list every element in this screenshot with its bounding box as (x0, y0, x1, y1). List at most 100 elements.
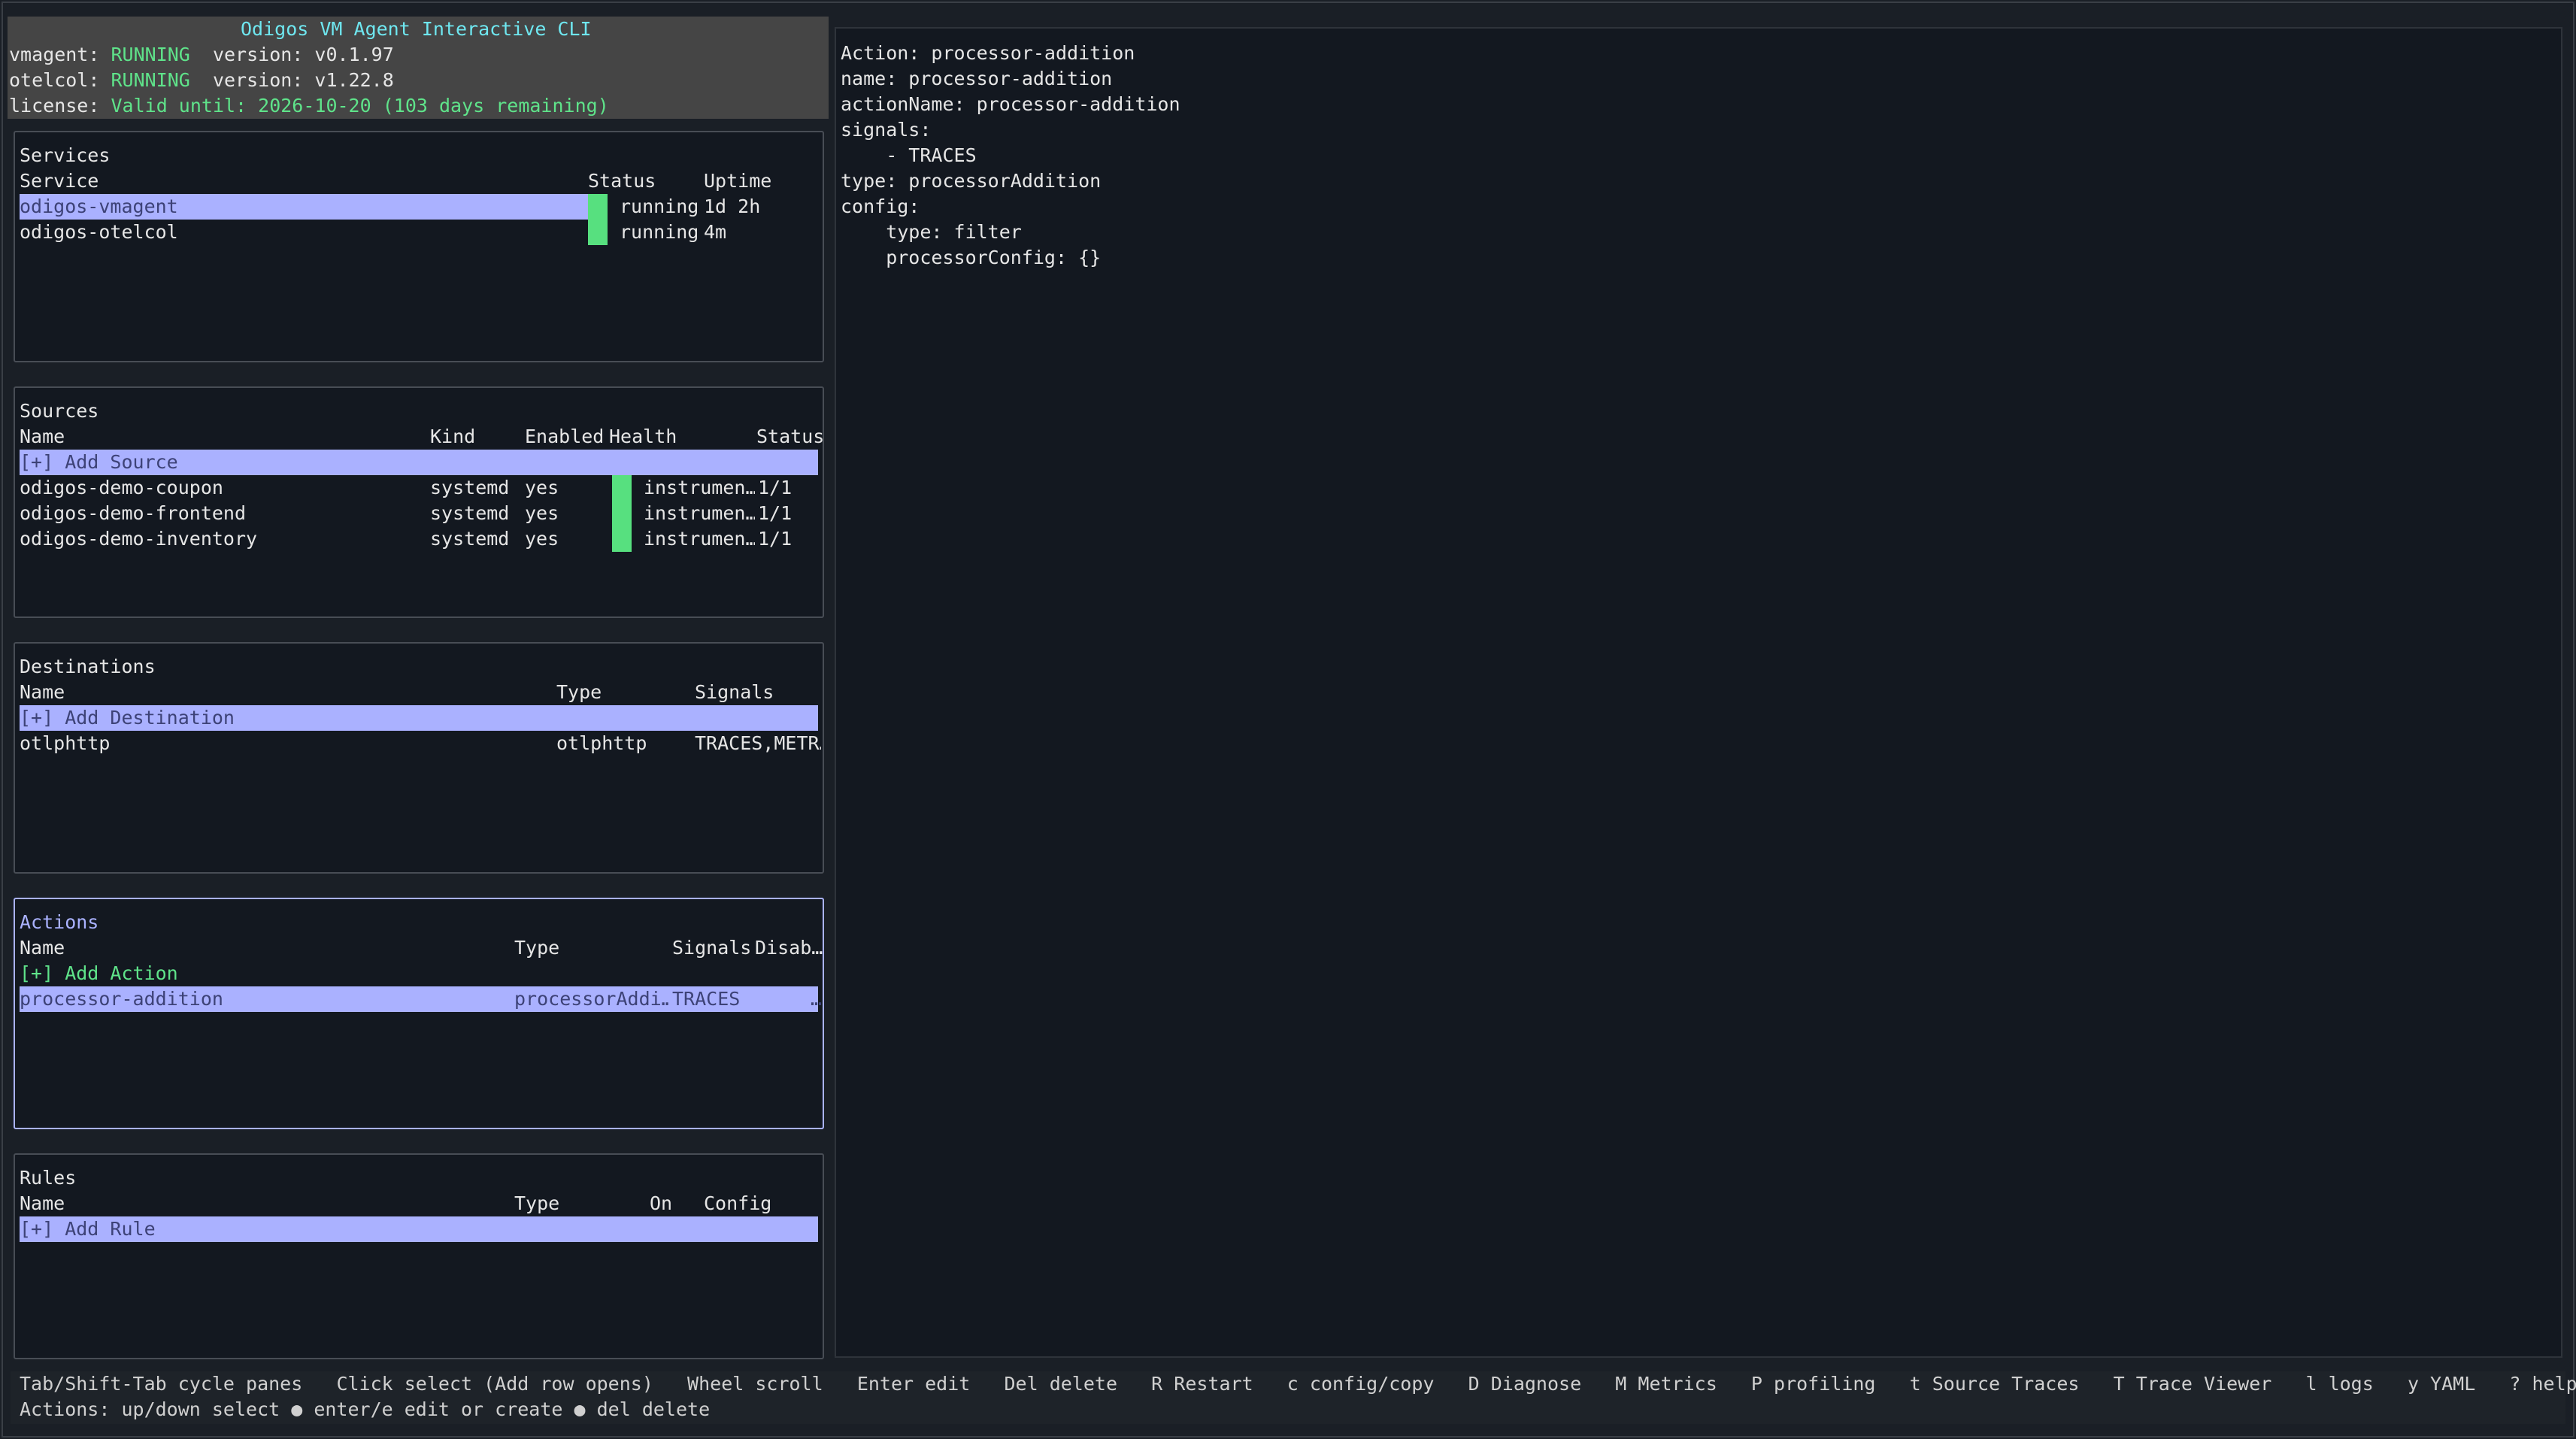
shortcut-yaml: y YAML (2407, 1373, 2476, 1395)
col-status: Status (756, 426, 825, 447)
shortcut-source-traces: t Source Traces (1909, 1373, 2080, 1395)
action-signals: TRACES (672, 988, 741, 1010)
services-title: Services (20, 144, 111, 166)
col-disabled: Disab… (755, 937, 823, 959)
shortcut-enter-edit: Enter edit (856, 1373, 971, 1395)
col-signals: Signals (695, 681, 774, 703)
destination-type: otlphttp (556, 732, 647, 754)
app-title: Odigos VM Agent Interactive CLI (241, 18, 592, 40)
col-type: Type (514, 937, 560, 959)
detail-line: Action: processor-addition (841, 42, 1135, 64)
add-source-button[interactable]: [+] Add Source (20, 450, 818, 475)
source-name: odigos-demo-inventory (20, 528, 258, 550)
add-action-button[interactable]: [+] Add Action (20, 961, 818, 986)
detail-pane[interactable]: Action: processor-addition name: process… (835, 27, 2562, 1358)
source-status: 1/1 (758, 477, 792, 498)
destination-signals: TRACES,METR… (695, 732, 821, 754)
sources-title: Sources (20, 400, 99, 422)
source-health: instrumen… (644, 477, 755, 498)
services-panel[interactable]: Services Service Status Uptime odigos-vm… (14, 131, 824, 362)
action-disabled: … (811, 988, 823, 1010)
detail-line: - TRACES (841, 144, 977, 166)
shortcut-line: Tab/Shift-Tab cycle panes Click select (… (20, 1371, 2576, 1397)
table-row[interactable]: odigos-vmagent (20, 194, 588, 220)
actions-panel[interactable]: Actions Name Type Signals Disab… [+] Add… (14, 898, 824, 1129)
col-name: Name (20, 681, 65, 703)
source-kind: systemd (430, 502, 510, 524)
source-name: odigos-demo-frontend (20, 502, 247, 524)
source-enabled: yes (525, 528, 559, 550)
detail-line: config: (841, 195, 920, 217)
add-source-label: [+] Add Source (20, 451, 178, 473)
shortcut-logs: l logs (2305, 1373, 2374, 1395)
source-status: 1/1 (758, 528, 792, 550)
source-health-bar (612, 475, 632, 501)
detail-line: name: processor-addition (841, 68, 1113, 89)
detail-line: type: filter (841, 221, 1022, 243)
source-enabled: yes (525, 477, 559, 498)
col-enabled: Enabled (525, 426, 605, 447)
service-status: running (620, 221, 699, 243)
otelcol-status-line: otelcol: RUNNING version: v1.22.8 (9, 69, 394, 91)
service-name: odigos-otelcol (20, 221, 178, 243)
service-status: running (620, 195, 699, 217)
col-kind: Kind (430, 426, 476, 447)
otelcol-version: version: v1.22.8 (212, 69, 394, 91)
license-line: license: Valid until: 2026-10-20 (103 da… (9, 95, 609, 117)
source-health: instrumen… (644, 502, 755, 524)
table-row[interactable]: otlphttp otlphttp TRACES,METR… (20, 731, 821, 756)
shortcut-trace-viewer: T Trace Viewer (2113, 1373, 2272, 1395)
service-uptime: 1d 2h (704, 195, 761, 217)
rules-title: Rules (20, 1167, 77, 1189)
rules-panel[interactable]: Rules Name Type On Config [+] Add Rule (14, 1153, 824, 1359)
source-enabled: yes (525, 502, 559, 524)
shortcut-delete: Del delete (1004, 1373, 1118, 1395)
shortcut-click-select: Click select (Add row opens) (336, 1373, 653, 1395)
table-row[interactable]: odigos-demo-inventory systemd yes instru… (20, 526, 818, 552)
table-row[interactable]: odigos-demo-frontend systemd yes instrum… (20, 501, 818, 526)
shortcut-metrics: M Metrics (1615, 1373, 1717, 1395)
col-status: Status (588, 170, 656, 192)
status-header: Odigos VM Agent Interactive CLI vmagent:… (8, 17, 829, 119)
destination-name: otlphttp (20, 732, 111, 754)
detail-line: signals: (841, 119, 932, 141)
destinations-panel[interactable]: Destinations Name Type Signals [+] Add D… (14, 642, 824, 874)
license-value: Valid until: 2026-10-20 (103 days remain… (111, 95, 609, 117)
source-health-bar (612, 501, 632, 526)
col-name: Name (20, 426, 65, 447)
detail-line: type: processorAddition (841, 170, 1102, 192)
add-destination-label: [+] Add Destination (20, 707, 235, 729)
vmagent-version: version: v0.1.97 (212, 44, 394, 65)
shortcut-cycle-panes: Tab/Shift-Tab cycle panes (20, 1373, 303, 1395)
vmagent-status-line: vmagent: RUNNING version: v0.1.97 (9, 44, 394, 65)
vmagent-status: RUNNING (111, 44, 190, 65)
shortcut-config-copy: c config/copy (1286, 1373, 1435, 1395)
add-rule-label: [+] Add Rule (20, 1218, 156, 1240)
col-uptime: Uptime (704, 170, 772, 192)
table-row[interactable]: odigos-demo-coupon systemd yes instrumen… (20, 475, 818, 501)
sources-panel[interactable]: Sources Name Kind Enabled Health Status … (14, 386, 824, 618)
add-destination-button[interactable]: [+] Add Destination (20, 705, 818, 731)
source-health: instrumen… (644, 528, 755, 550)
shortcut-diagnose: D Diagnose (1468, 1373, 1582, 1395)
detail-line: processorConfig: {} (841, 247, 1102, 268)
source-name: odigos-demo-coupon (20, 477, 223, 498)
source-status: 1/1 (758, 502, 792, 524)
add-action-label: [+] Add Action (20, 962, 178, 984)
help-bar: Tab/Shift-Tab cycle panes Click select (… (11, 1371, 2576, 1424)
service-uptime: 4m (704, 221, 727, 243)
actions-title: Actions (20, 911, 99, 933)
action-type: processorAddi… (514, 988, 669, 1010)
col-type: Type (556, 681, 602, 703)
table-row[interactable]: processor-addition processorAddi… TRACES… (20, 986, 822, 1012)
add-rule-button[interactable]: [+] Add Rule (20, 1216, 818, 1242)
col-signals: Signals (672, 937, 752, 959)
shortcut-restart: R Restart (1151, 1373, 1253, 1395)
detail-line: actionName: processor-addition (841, 93, 1180, 115)
otelcol-status: RUNNING (111, 69, 190, 91)
col-name: Name (20, 1192, 65, 1214)
service-name: odigos-vmagent (20, 195, 178, 217)
col-service: Service (20, 170, 99, 192)
col-on: On (650, 1192, 673, 1214)
service-health-bar (588, 194, 608, 220)
